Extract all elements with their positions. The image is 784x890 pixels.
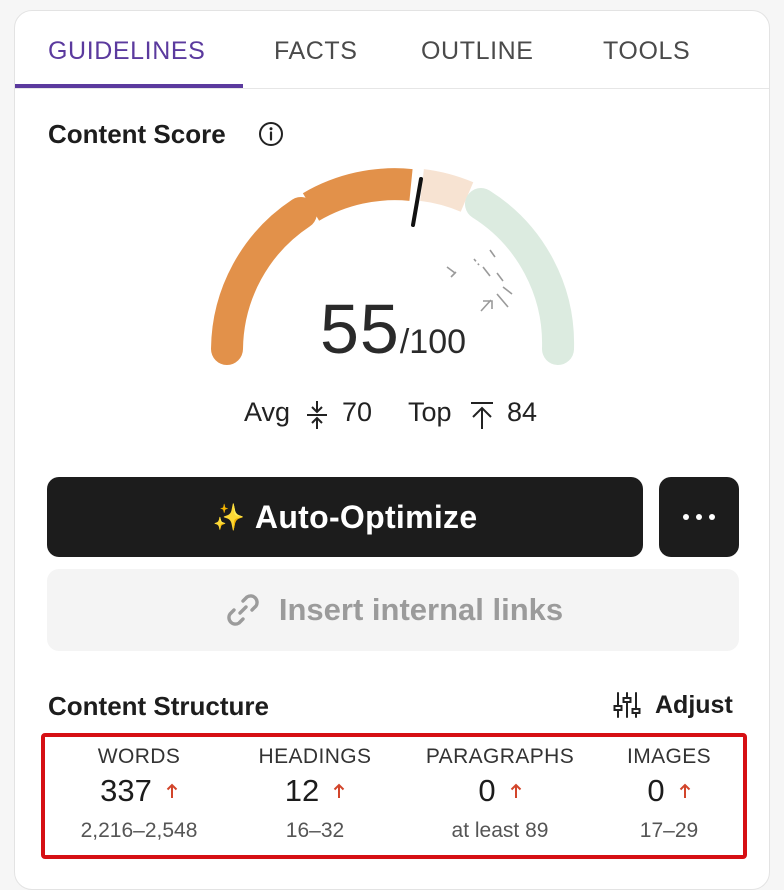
info-circle-icon[interactable] <box>258 121 284 147</box>
more-options-button[interactable] <box>659 477 739 557</box>
arrow-up-icon <box>334 783 345 798</box>
compress-arrows-icon <box>307 401 327 429</box>
sparkles-icon: ✨ <box>212 501 245 532</box>
arrow-up-icon <box>679 783 690 798</box>
adjust-button[interactable]: Adjust <box>613 689 733 721</box>
metric-label: WORDS <box>97 745 181 768</box>
tab-tools[interactable]: TOOLS <box>603 37 690 66</box>
top-label: Top <box>408 397 452 427</box>
content-structure-title: Content Structure <box>48 691 269 721</box>
adjust-label: Adjust <box>655 690 733 719</box>
avg-label: Avg <box>244 397 291 427</box>
auto-optimize-label: Auto-Optimize <box>254 498 478 535</box>
gauge-segment-remaining <box>419 169 474 212</box>
metric-range: 16–32 <box>285 819 345 842</box>
insert-internal-links-label: Insert internal links <box>278 592 564 627</box>
metric-range: 17–29 <box>639 819 699 842</box>
tab-outline[interactable]: OUTLINE <box>421 37 534 66</box>
metric-label: HEADINGS <box>258 745 372 768</box>
arrow-up-to-line-icon <box>471 402 493 429</box>
metric-range: 2,216–2,548 <box>80 819 198 842</box>
metric-value: 337 <box>100 773 152 808</box>
metric-value: 0 <box>647 773 665 808</box>
gauge-segment-score <box>302 168 413 221</box>
arrow-up-icon <box>510 783 521 798</box>
metric-value: 12 <box>284 773 320 808</box>
score-readout: 55/100 <box>15 289 769 369</box>
link-icon <box>227 594 259 626</box>
insert-internal-links-button[interactable]: Insert internal links <box>47 569 739 651</box>
guidelines-panel: GUIDELINES FACTS OUTLINE TOOLS Content S… <box>14 10 770 890</box>
sliders-icon <box>613 692 641 718</box>
tab-facts[interactable]: FACTS <box>274 37 358 66</box>
gauge-needle <box>411 177 423 227</box>
metric-label: IMAGES <box>626 745 712 768</box>
content-score-title: Content Score <box>48 119 226 149</box>
score-max: /100 <box>399 323 467 361</box>
tab-guidelines[interactable]: GUIDELINES <box>48 37 205 66</box>
tab-bar: GUIDELINES FACTS OUTLINE TOOLS <box>15 11 769 89</box>
top-value: 84 <box>507 397 538 427</box>
arrow-up-icon <box>166 783 178 798</box>
metric-label: PARAGRAPHS <box>425 745 575 768</box>
more-horizontal-icon <box>683 514 715 520</box>
auto-optimize-button[interactable]: ✨ Auto-Optimize <box>47 477 643 557</box>
content-structure-metrics: WORDS 337 2,216–2,548 HEADINGS 12 16–32 … <box>41 733 747 859</box>
metric-value: 0 <box>478 773 496 808</box>
avg-value: 70 <box>342 397 373 427</box>
metric-range: at least 89 <box>451 819 549 842</box>
score-value: 55 <box>319 290 400 368</box>
active-tab-indicator <box>15 84 243 88</box>
